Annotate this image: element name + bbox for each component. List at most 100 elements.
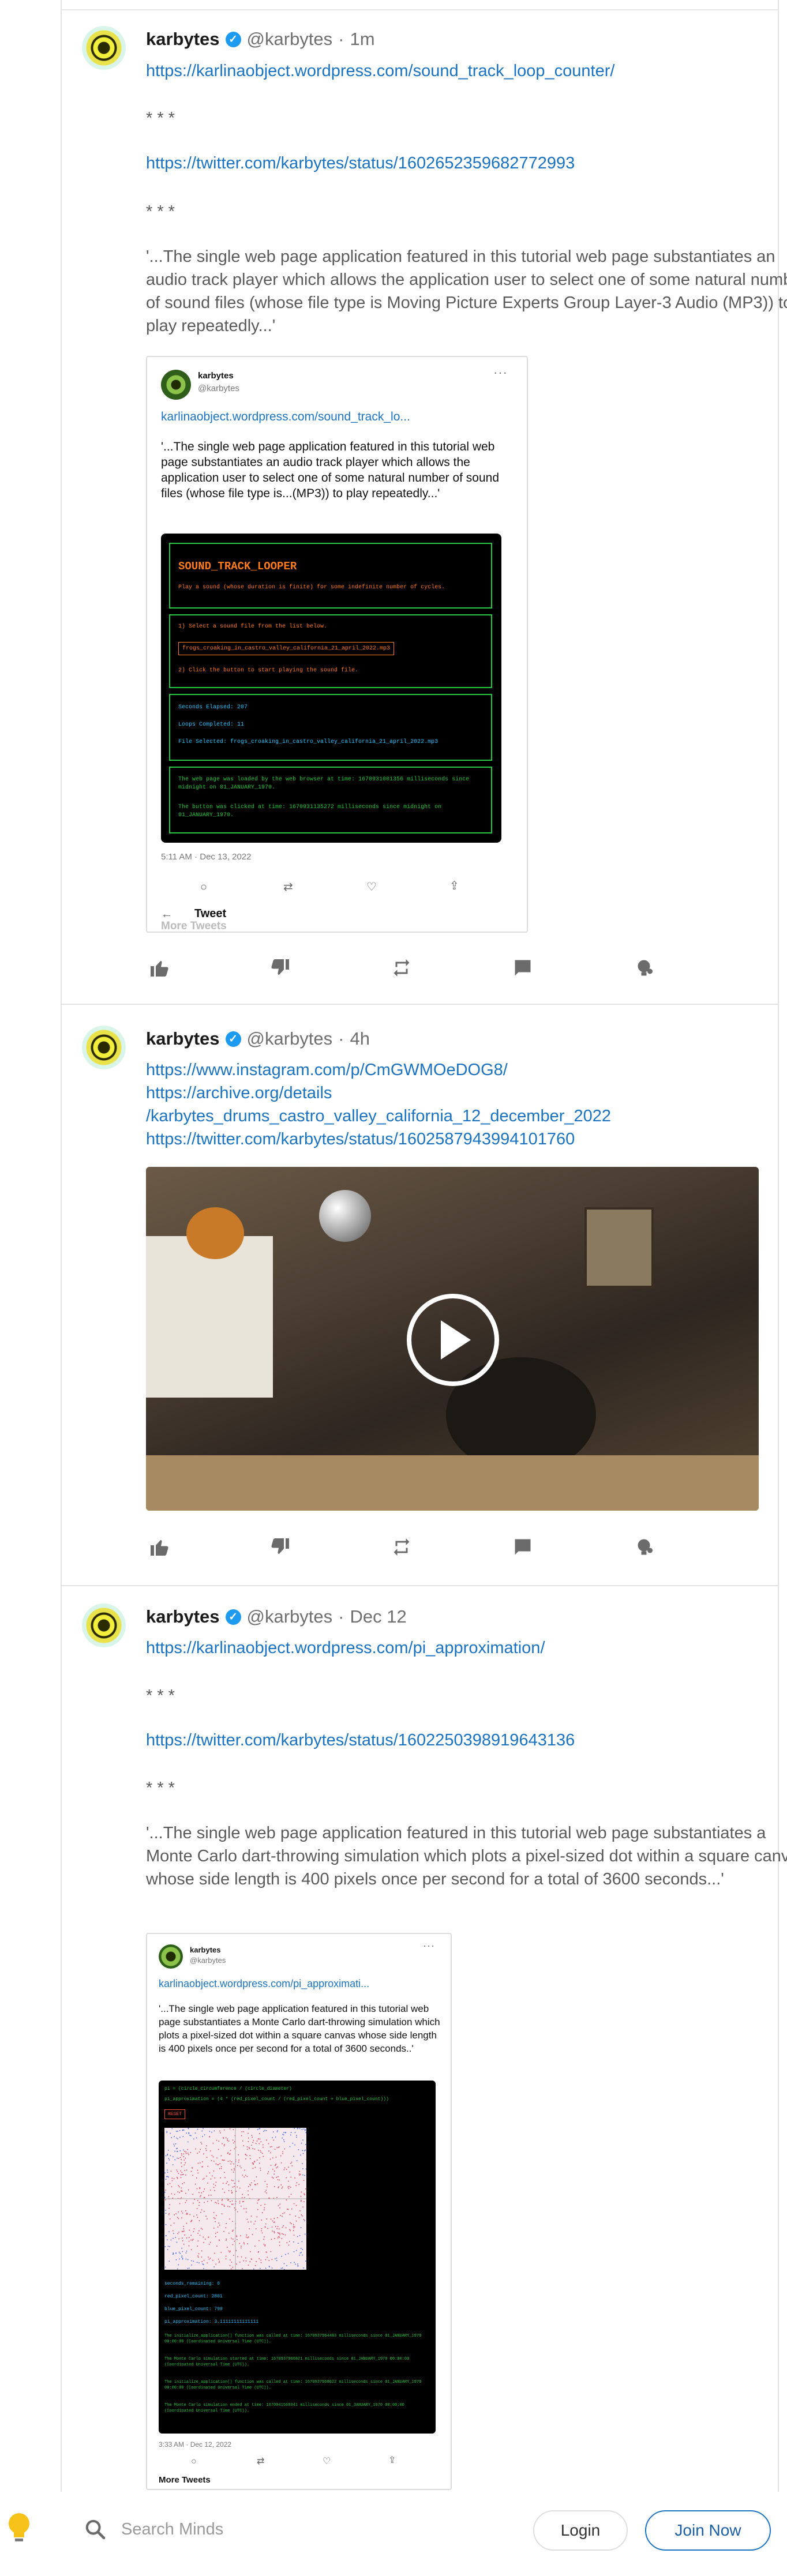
boost-icon[interactable] <box>631 956 657 979</box>
play-icon[interactable] <box>407 1294 499 1386</box>
canvas-dot <box>303 2150 305 2151</box>
author-handle[interactable]: @karbytes <box>247 1606 333 1627</box>
embedded-tweet[interactable]: karbytes @karbytes ··· karlinaobject.wor… <box>146 1933 452 2490</box>
join-now-button[interactable]: Join Now <box>645 2510 771 2551</box>
canvas-dot <box>177 2217 178 2218</box>
post-link[interactable]: https://archive.org/details <box>146 1084 332 1103</box>
more-tweets[interactable]: More Tweets <box>161 920 227 932</box>
retweet-icon[interactable]: ⇄ <box>257 2455 264 2467</box>
embed-author: karbytes <box>190 1946 221 1954</box>
avatar[interactable] <box>82 1026 126 1069</box>
post-link[interactable]: https://www.instagram.com/p/CmGWMOeDOG8/ <box>146 1061 508 1080</box>
canvas-dot <box>222 2143 223 2145</box>
post-time[interactable]: 4h <box>350 1028 370 1049</box>
remind-icon[interactable] <box>388 1535 415 1559</box>
thumbs-up-icon[interactable] <box>146 1535 173 1559</box>
canvas-dot <box>254 2221 256 2222</box>
feed-top-divider <box>62 9 778 10</box>
canvas-dot <box>227 2181 228 2183</box>
canvas-dot <box>288 2166 289 2168</box>
author-name[interactable]: karbytes <box>146 1028 220 1049</box>
canvas-dot <box>238 2161 239 2163</box>
canvas-dot <box>228 2232 230 2234</box>
author-handle[interactable]: @karbytes <box>247 1028 333 1049</box>
canvas-dot <box>181 2190 182 2191</box>
share-icon[interactable]: ⇪ <box>449 878 459 893</box>
canvas-dot <box>181 2210 182 2212</box>
canvas-dot <box>260 2150 261 2151</box>
post-link[interactable]: https://karlinaobject.wordpress.com/soun… <box>146 62 614 81</box>
canvas-dot <box>226 2223 227 2224</box>
canvas-dot <box>213 2228 215 2229</box>
thumbs-up-icon[interactable] <box>146 956 173 979</box>
canvas-dot <box>276 2260 278 2261</box>
post-link[interactable]: https://twitter.com/karbytes/status/1602… <box>146 1130 575 1149</box>
canvas-dot <box>177 2191 179 2192</box>
blue-pixel-count: blue_pixel_count: 799 <box>164 2307 223 2312</box>
canvas-dot <box>285 2227 287 2229</box>
like-icon[interactable]: ♡ <box>366 880 377 894</box>
canvas-dot <box>209 2241 211 2243</box>
canvas-dot <box>238 2160 239 2161</box>
canvas-dot <box>201 2209 203 2211</box>
canvas-dot <box>199 2187 201 2188</box>
canvas-dot <box>296 2135 297 2136</box>
canvas-dot <box>288 2196 290 2198</box>
back-arrow-icon[interactable]: ← <box>161 908 173 921</box>
remind-icon[interactable] <box>388 956 415 979</box>
avatar[interactable] <box>82 1604 126 1647</box>
avatar[interactable] <box>82 26 126 70</box>
retweet-icon[interactable]: ⇄ <box>283 880 293 894</box>
canvas-dot <box>215 2202 216 2203</box>
canvas-dot <box>293 2241 294 2243</box>
embed-link[interactable]: karlinaobject.wordpress.com/pi_approxima… <box>159 1978 369 1990</box>
embedded-tweet[interactable]: karbytes @karbytes ··· karlinaobject.wor… <box>146 356 528 933</box>
boost-icon[interactable] <box>631 1535 657 1559</box>
post-link[interactable]: /karbytes_drums_castro_valley_california… <box>146 1107 611 1126</box>
canvas-dot <box>197 2128 198 2130</box>
canvas-dot <box>185 2153 187 2154</box>
canvas-dot <box>268 2150 269 2151</box>
login-button[interactable]: Login <box>533 2510 628 2551</box>
more-options-icon[interactable]: ··· <box>423 1940 435 1952</box>
embed-avatar <box>161 370 191 400</box>
post-link[interactable]: https://karlinaobject.wordpress.com/pi_a… <box>146 1639 545 1658</box>
post-link[interactable]: https://twitter.com/karbytes/status/1602… <box>146 1731 575 1750</box>
post-time[interactable]: 1m <box>350 29 375 50</box>
author-name[interactable]: karbytes <box>146 1606 220 1627</box>
search-input[interactable] <box>121 2515 467 2544</box>
more-options-icon[interactable]: ··· <box>493 365 508 380</box>
wall-shelf <box>146 1236 273 1398</box>
canvas-dot <box>298 2243 299 2244</box>
canvas-dot <box>232 2239 234 2240</box>
comment-icon[interactable] <box>509 956 536 979</box>
post-time[interactable]: Dec 12 <box>350 1606 407 1627</box>
canvas-dot <box>290 2230 291 2232</box>
canvas-dot <box>278 2187 279 2188</box>
author-handle[interactable]: @karbytes <box>247 29 333 50</box>
thumbs-down-icon[interactable] <box>267 956 294 979</box>
embed-link[interactable]: karlinaobject.wordpress.com/sound_track_… <box>161 410 410 424</box>
canvas-dot <box>228 2141 230 2142</box>
canvas-dot <box>255 2184 257 2186</box>
canvas-dot <box>296 2136 297 2138</box>
share-icon[interactable]: ⇪ <box>388 2454 396 2466</box>
comment-icon[interactable] <box>509 1535 536 1559</box>
post-link[interactable]: https://twitter.com/karbytes/status/1602… <box>146 154 575 173</box>
video-player[interactable] <box>146 1167 759 1511</box>
canvas-dot <box>182 2183 183 2184</box>
like-icon[interactable]: ♡ <box>323 2455 331 2467</box>
author-name[interactable]: karbytes <box>146 29 220 50</box>
app-status-box: Seconds Elapsed: 207 Loops Completed: 11… <box>169 694 492 761</box>
thumbs-down-icon[interactable] <box>267 1535 294 1559</box>
canvas-dot <box>197 2200 198 2201</box>
canvas-dot <box>225 2255 227 2257</box>
canvas-dot <box>169 2245 170 2247</box>
bulb-icon[interactable] <box>7 2512 31 2544</box>
reply-icon[interactable]: ○ <box>191 2457 197 2467</box>
more-tweets[interactable]: More Tweets <box>159 2475 211 2485</box>
canvas-dot <box>256 2176 257 2177</box>
canvas-dot <box>223 2205 225 2206</box>
reply-icon[interactable]: ○ <box>200 881 207 894</box>
canvas-dot <box>273 2232 275 2233</box>
